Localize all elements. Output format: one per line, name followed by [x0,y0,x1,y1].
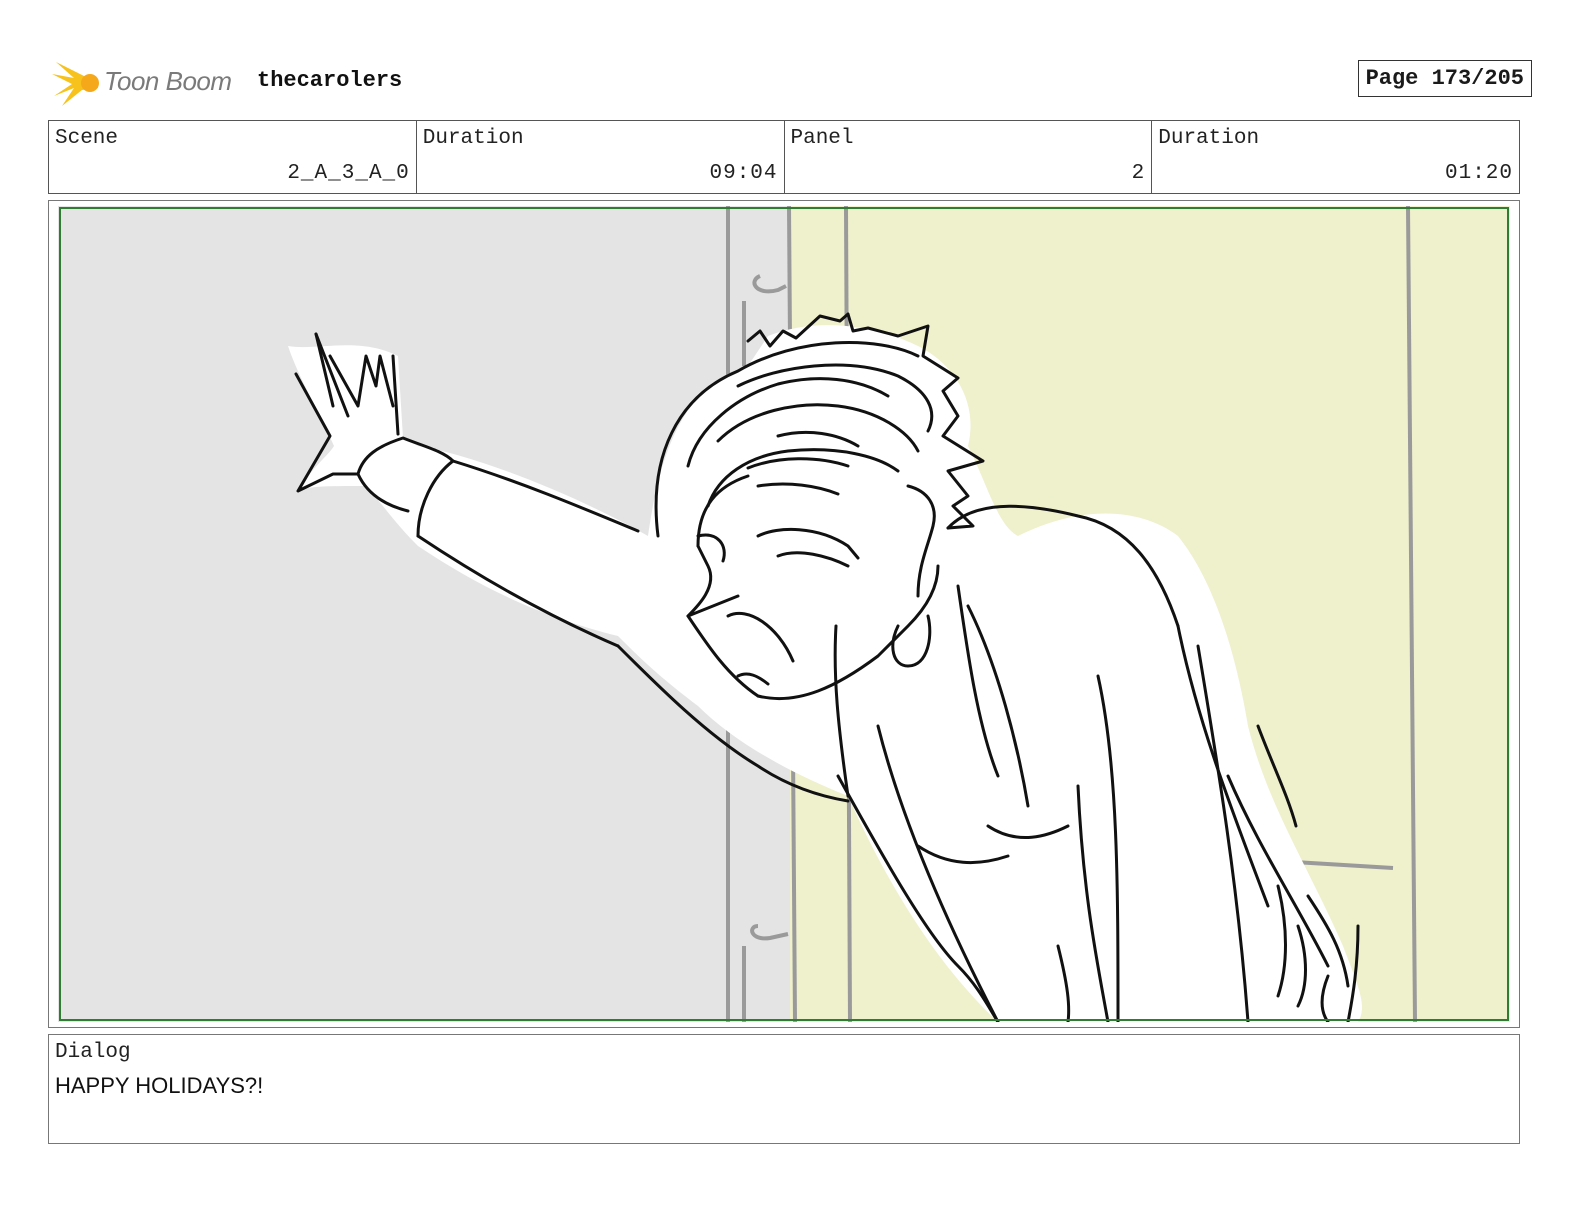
toon-boom-logo: Toon Boom [52,56,242,110]
panel-value: 2 [1131,162,1146,185]
project-title: thecarolers [257,68,403,93]
scene-cell: Scene 2_A_3_A_0 [49,121,417,193]
dialog-text: HAPPY HOLIDAYS?! [55,1073,264,1098]
scene-value: 2_A_3_A_0 [287,162,410,185]
dialog-label: Dialog [55,1041,131,1064]
panel-duration-label: Duration [1158,127,1260,150]
dialog-box: Dialog HAPPY HOLIDAYS?! [48,1034,1520,1144]
storyboard-header: Toon Boom thecarolers Page 173/205 [52,52,1536,108]
panel-duration-value: 01:20 [1444,162,1513,185]
panel-label: Panel [790,127,854,150]
page-indicator: Page 173/205 [1357,60,1532,97]
logo-text: Toon Boom [104,66,232,96]
scene-label: Scene [55,127,119,150]
scene-duration-label: Duration [422,127,524,150]
panel-cell: Panel 2 [785,121,1153,193]
scene-duration-value: 09:04 [709,162,778,185]
scene-duration-cell: Duration 09:04 [417,121,785,193]
storyboard-panel [48,200,1520,1028]
star-burst-icon [52,62,99,106]
panel-drawing [58,206,1510,1022]
scene-info-table: Scene 2_A_3_A_0 Duration 09:04 Panel 2 D… [48,120,1520,194]
panel-duration-cell: Duration 01:20 [1152,121,1519,193]
